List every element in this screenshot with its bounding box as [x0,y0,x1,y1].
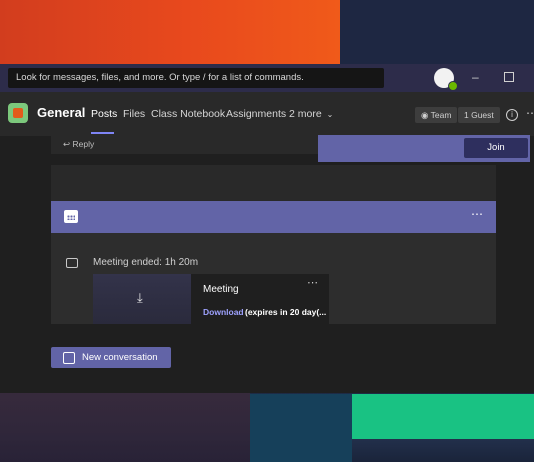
wallpaper-bottom-left [0,392,250,462]
tab-assignments[interactable]: Assignments [226,108,286,120]
wallpaper-orange [0,0,340,64]
wallpaper-dark [340,0,534,64]
video-camera-icon [66,258,78,268]
meeting-more-icon[interactable]: ⋯ [471,207,483,221]
channel-title: General [37,105,86,120]
wallpaper-teal [250,394,352,462]
more-options-icon[interactable]: ⋯ [526,106,534,120]
maximize-button[interactable] [504,72,514,82]
reply-bar[interactable]: ↩ Reply [51,136,321,154]
minimize-button[interactable]: – [472,70,479,84]
calendar-icon [64,210,78,223]
recording-more-icon[interactable]: ⋯ [307,276,318,289]
recording-expiry: (expires in 20 day(... [245,307,327,317]
compose-icon [63,352,75,364]
posts-feed: ↩ Reply Join ⋯ Meeting ended: 1h 20m ⤓ M… [0,135,534,393]
tab-more-label: 2 more [289,108,322,120]
recording-card[interactable]: ⤓ Meeting ⋯ Download (expires in 20 day(… [93,274,329,324]
title-bar: Look for messages, files, and more. Or t… [0,64,534,92]
meeting-card: ⋯ Meeting ended: 1h 20m ⤓ Meeting ⋯ Down… [51,165,496,324]
tab-more[interactable]: 2 more ⌄ [289,108,333,120]
recording-title: Meeting [203,284,239,295]
new-conversation-button[interactable]: New conversation [51,347,171,368]
reply-arrow-icon: ↩ [63,139,71,149]
channel-header: General Posts Files Class Notebook Assig… [0,92,534,136]
join-button[interactable]: Join [464,138,528,158]
search-input[interactable]: Look for messages, files, and more. Or t… [8,68,384,88]
info-icon[interactable]: i [506,109,518,121]
wallpaper-green [352,394,534,439]
team-chip-label: Team [430,110,452,120]
guest-chip[interactable]: 1 Guest [458,107,500,123]
tab-posts[interactable]: Posts [91,108,117,120]
tab-files[interactable]: Files [123,108,145,120]
reply-button[interactable]: ↩ Reply [63,139,94,150]
recording-thumbnail[interactable]: ⤓ [93,274,191,324]
download-link[interactable]: Download [203,307,244,317]
tab-class-notebook[interactable]: Class Notebook [151,108,225,120]
team-logo-icon [8,103,28,123]
card-header-area [51,165,496,201]
meeting-band: ⋯ [51,201,496,233]
reply-label: Reply [72,139,95,149]
team-chip[interactable]: ◉ Team [415,107,458,123]
meeting-join-panel: Join [318,135,530,162]
download-icon: ⤓ [137,290,143,305]
eye-icon: ◉ [421,110,429,120]
new-conversation-label: New conversation [82,352,158,363]
teams-window: Look for messages, files, and more. Or t… [0,64,534,393]
presence-available-icon [448,81,458,91]
meeting-ended-status: Meeting ended: 1h 20m [93,257,199,268]
chevron-down-icon: ⌄ [326,110,334,119]
active-tab-indicator [91,132,114,134]
